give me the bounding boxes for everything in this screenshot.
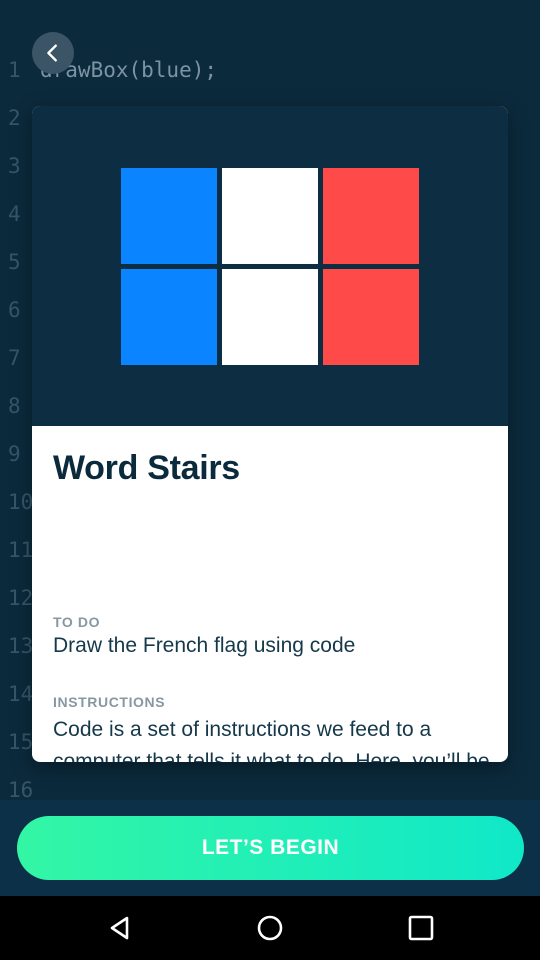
- flag-cell: [323, 168, 419, 264]
- flag-cell: [222, 168, 318, 264]
- flag-cell: [323, 269, 419, 365]
- instructions-label: INSTRUCTIONS: [53, 694, 166, 710]
- challenge-modal: Word Stairs TO DO Draw the French flag u…: [32, 106, 508, 762]
- todo-label: TO DO: [53, 614, 101, 630]
- code-line: 1 drawBox(blue);: [0, 58, 217, 106]
- flag-preview: [32, 106, 508, 426]
- flag-grid: [121, 168, 419, 365]
- code-line: 16: [0, 778, 40, 800]
- back-button[interactable]: [32, 32, 74, 74]
- todo-text: Draw the French flag using code: [53, 634, 356, 657]
- action-bar: LET’S BEGIN: [0, 800, 540, 896]
- flag-cell: [121, 168, 217, 264]
- home-circle-icon[interactable]: [256, 914, 284, 942]
- back-triangle-icon[interactable]: [106, 914, 134, 942]
- chevron-left-icon: [47, 44, 57, 62]
- instructions-text: Code is a set of instructions we feed to…: [53, 718, 490, 762]
- lets-begin-button[interactable]: LET’S BEGIN: [17, 816, 524, 880]
- android-nav-bar: [0, 896, 540, 960]
- recents-square-icon[interactable]: [407, 914, 435, 942]
- flag-cell: [222, 269, 318, 365]
- flag-cell: [121, 269, 217, 365]
- challenge-title: Word Stairs: [53, 449, 240, 487]
- line-number: 16: [8, 778, 34, 800]
